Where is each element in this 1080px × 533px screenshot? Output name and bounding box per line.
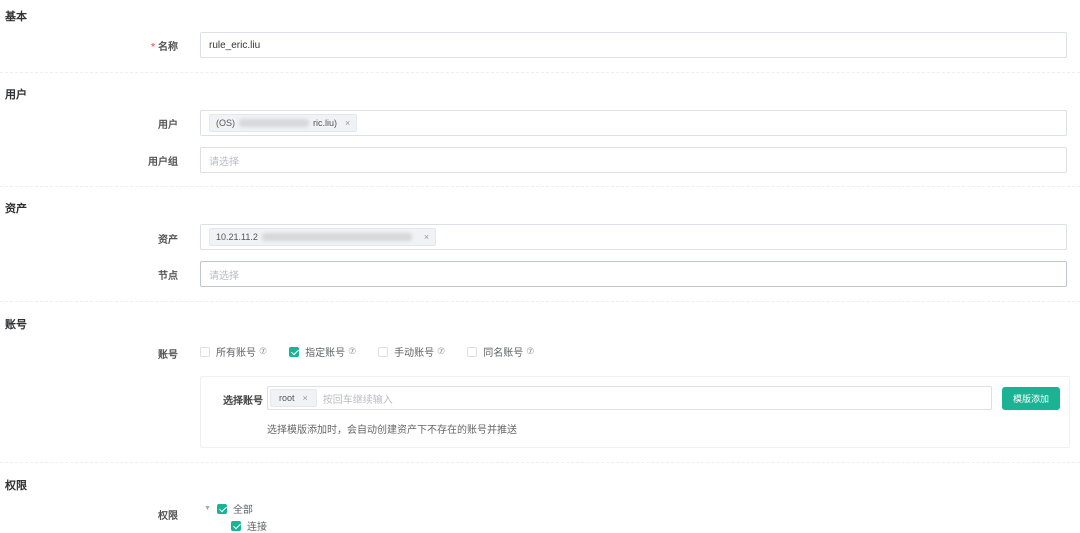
perm-connect-node[interactable]: 连接 [231,518,267,533]
option-specified-accounts[interactable]: 指定账号 ⑦ [289,344,356,359]
user-groups-select[interactable]: 请选择 [200,147,1067,173]
option-manual-accounts[interactable]: 手动账号 ⑦ [378,344,445,359]
tag-close-icon[interactable]: × [424,232,429,242]
user-tag: (OS) ric.liu) × [209,114,358,132]
option-all-accounts[interactable]: 所有账号 ⑦ [200,344,267,359]
assets-select[interactable]: 10.21.11.2 × [200,224,1067,250]
select-account-label: 选择账号 [223,396,263,407]
divider [0,462,1080,463]
section-account: 账号 [5,319,27,331]
nodes-label: 节点 [158,271,178,282]
checkbox[interactable] [216,503,227,514]
divider [0,301,1080,302]
divider [0,186,1080,187]
users-select[interactable]: (OS) ric.liu) × [200,110,1067,136]
checkbox[interactable] [467,346,478,357]
help-icon[interactable]: ⑦ [348,346,356,357]
accounts-label: 账号 [158,350,178,361]
checkbox[interactable] [231,520,241,531]
option-same-name-accounts[interactable]: 同名账号 ⑦ [467,344,534,359]
help-icon[interactable]: ⑦ [259,346,267,357]
perm-all-node[interactable]: ▼ 全部 [204,501,253,516]
tag-close-icon[interactable]: × [303,393,308,403]
permissions-label: 权限 [158,511,178,522]
account-hint: 选择模版添加时，会自动创建资产下不存在的账号并推送 [267,425,517,436]
users-label: 用户 [158,120,178,131]
name-label: * 名称 [151,42,178,53]
section-basic: 基本 [5,11,27,23]
name-input[interactable]: rule_eric.liu [200,32,1067,58]
account-tag: root × [270,389,317,407]
checkbox[interactable] [289,346,300,357]
checkbox[interactable] [200,346,210,357]
template-add-button[interactable]: 模版添加 [1002,387,1060,410]
user-groups-label: 用户组 [148,157,178,168]
help-icon[interactable]: ⑦ [526,346,534,357]
assets-label: 资产 [158,235,178,246]
asset-tag: 10.21.11.2 × [209,228,437,246]
tag-close-icon[interactable]: × [345,118,350,128]
account-select-panel: 选择账号 root × 按回车继续输入 模版添加 选择模版添加时，会自动创建资产下… [200,376,1070,448]
section-user: 用户 [5,89,27,101]
divider [0,72,1080,73]
help-icon[interactable]: ⑦ [437,346,445,357]
section-permission: 权限 [5,480,27,492]
nodes-select[interactable]: 请选择 [200,261,1067,287]
caret-down-icon[interactable]: ▼ [204,505,211,512]
account-options: 所有账号 ⑦ 指定账号 ⑦ 手动账号 ⑦ 同名账号 ⑦ [200,344,556,359]
checkbox[interactable] [378,346,389,357]
account-tag-input[interactable]: root × 按回车继续输入 [267,386,992,410]
section-asset: 资产 [5,203,27,215]
